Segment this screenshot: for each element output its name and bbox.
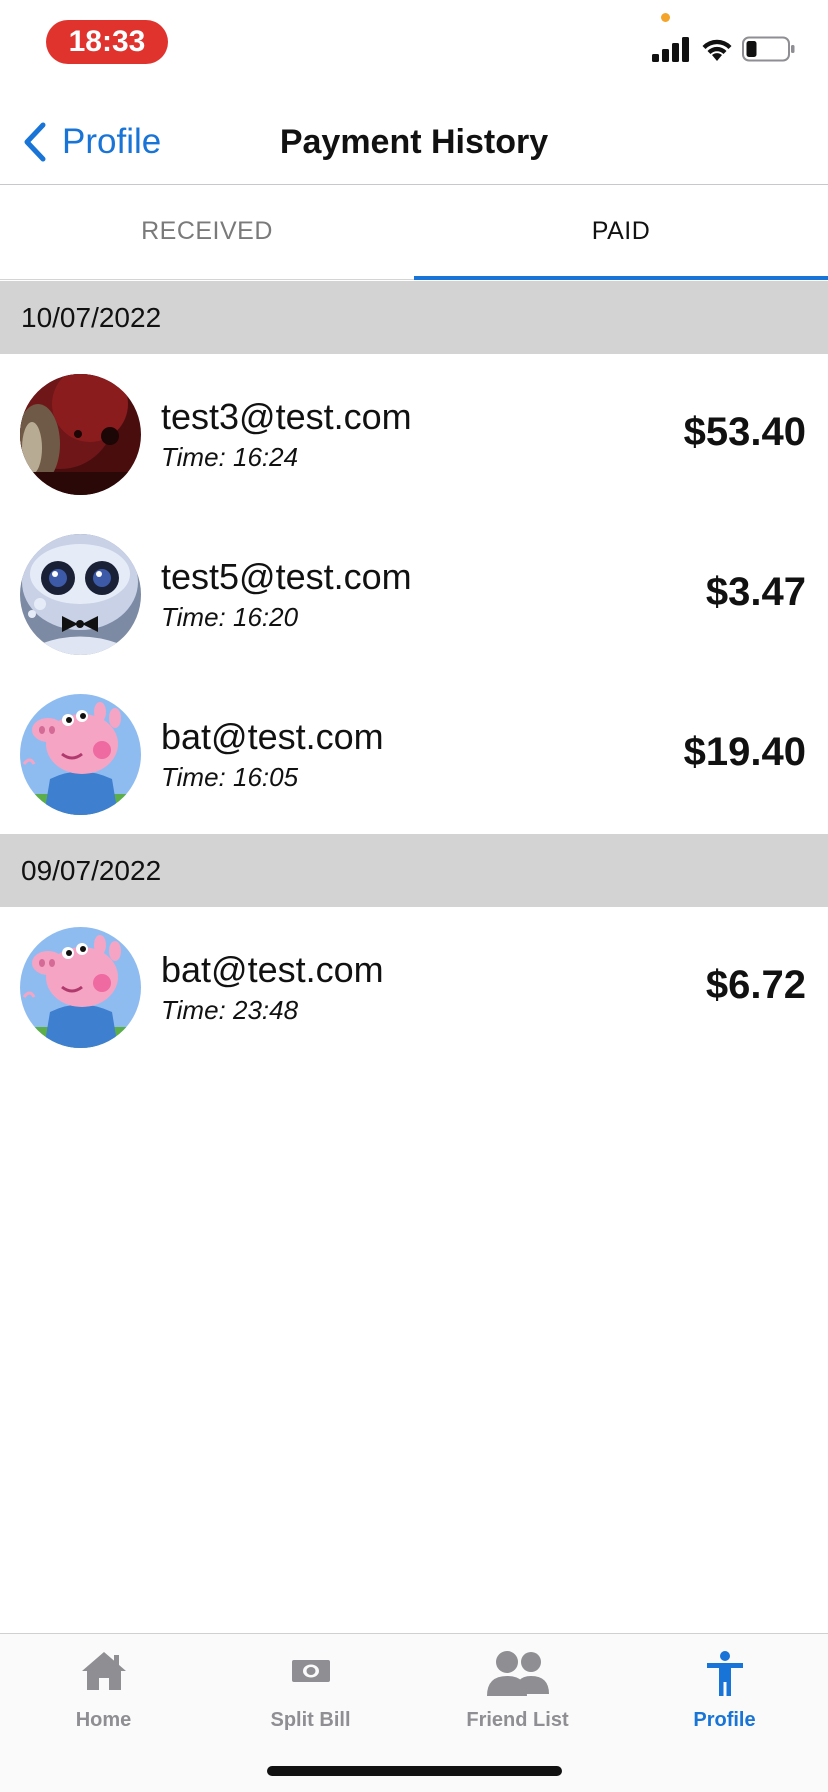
tab-bar-label: Split Bill (270, 1709, 351, 1731)
tab-bar-label: Profile (693, 1709, 756, 1731)
tab-bar-label: Friend List (466, 1709, 569, 1731)
home-indicator[interactable] (267, 1766, 562, 1776)
payee-email: bat@test.com (161, 716, 384, 757)
avatar (20, 374, 141, 495)
avatar (20, 694, 141, 815)
tab-bar-split-bill[interactable]: Split Bill (207, 1634, 414, 1744)
payee-email: test3@test.com (161, 396, 412, 437)
avatar (20, 534, 141, 655)
banknote-icon (291, 1660, 330, 1682)
tab-paid[interactable]: PAID (414, 186, 828, 280)
battery-icon (742, 36, 795, 62)
payment-amount: $3.47 (705, 570, 806, 614)
tab-bar-profile[interactable]: Profile (621, 1634, 828, 1744)
signal-icon (652, 37, 689, 62)
avatar (20, 927, 141, 1048)
people-icon (486, 1651, 549, 1696)
tab-bar-home[interactable]: Home (0, 1634, 207, 1744)
page-title: Payment History (279, 123, 549, 161)
person-icon (706, 1651, 743, 1696)
payee-email: test5@test.com (161, 556, 412, 597)
tab-bar-label: Home (75, 1709, 132, 1731)
section-header-date: 10/07/2022 (0, 281, 828, 354)
navigation-bar: Profile Payment History (0, 90, 828, 185)
tab-bar-friend-list[interactable]: Friend List (414, 1634, 621, 1744)
status-time[interactable]: 18:33 (46, 20, 168, 64)
payment-row[interactable]: test5@test.com Time: 16:20 $3.47 (0, 514, 828, 674)
payment-row[interactable]: bat@test.com Time: 16:05 $19.40 (0, 674, 828, 834)
payee-email: bat@test.com (161, 949, 384, 990)
section-header-date: 09/07/2022 (0, 834, 828, 907)
payment-time: Time: 23:48 (161, 995, 299, 1025)
payment-amount: $6.72 (705, 963, 806, 1007)
status-bar: 18:33 (0, 0, 828, 90)
payment-amount: $19.40 (683, 730, 806, 774)
payment-row[interactable]: bat@test.com Time: 23:48 $6.72 (0, 907, 828, 1067)
payment-row[interactable]: test3@test.com Time: 16:24 $53.40 (0, 354, 828, 514)
payment-time: Time: 16:24 (161, 442, 299, 472)
wifi-icon (702, 39, 732, 61)
payment-time: Time: 16:05 (161, 762, 299, 792)
history-tabs: RECEIVED PAID (0, 186, 828, 280)
payment-history-screen: 18:33 Profile Payment History RECEIVED P… (0, 0, 828, 1792)
payment-amount: $53.40 (683, 410, 806, 454)
tab-received[interactable]: RECEIVED (0, 186, 414, 279)
home-icon (81, 1652, 126, 1690)
privacy-indicator-dot (661, 13, 670, 22)
payment-time: Time: 16:20 (161, 602, 299, 632)
